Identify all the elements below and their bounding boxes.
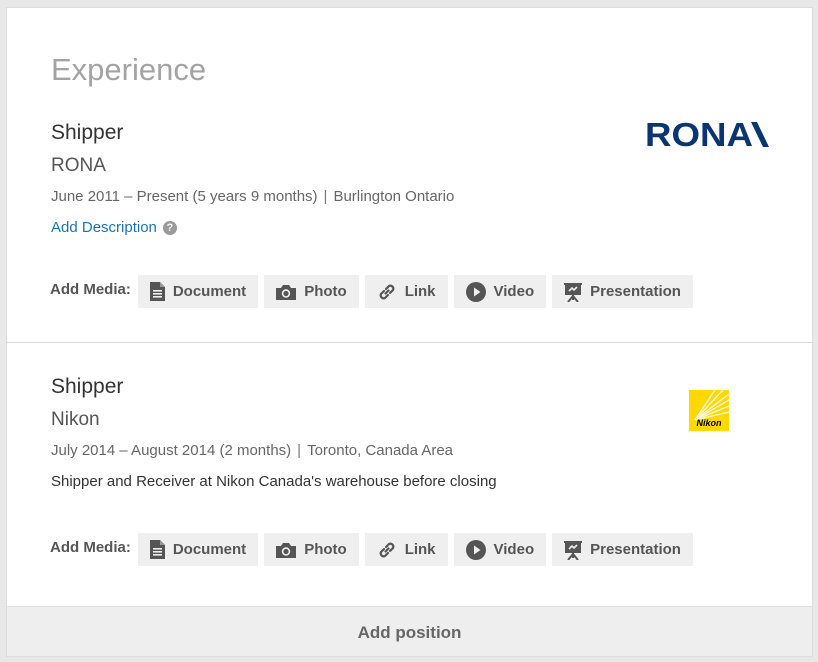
position-title[interactable]: Shipper: [51, 375, 123, 399]
nikon-logo-text: Nikon: [696, 418, 722, 428]
link-icon: [379, 542, 395, 557]
document-button[interactable]: Document: [137, 533, 259, 566]
presentation-button[interactable]: Presentation: [552, 533, 693, 566]
document-label[interactable]: Document: [173, 541, 246, 558]
nikon-logo[interactable]: Nikon: [689, 390, 729, 431]
link-label[interactable]: Link: [405, 541, 436, 558]
add-media-label: Add Media:: [50, 539, 131, 556]
play-icon: [465, 539, 486, 560]
camera-icon: [276, 542, 297, 558]
add-position-button[interactable]: Add position: [7, 606, 812, 656]
photo-button[interactable]: Photo: [264, 533, 359, 566]
position-location: Toronto, Canada Area: [307, 442, 453, 459]
photo-label[interactable]: Photo: [304, 541, 347, 558]
document-icon: [149, 540, 165, 559]
add-media-row: Add Media: Document Photo Link Video Pre…: [50, 533, 699, 566]
link-button[interactable]: Link: [364, 533, 448, 566]
position-nikon: Shipper Nikon July 2014 – August 2014 (2…: [7, 8, 812, 606]
presentation-label[interactable]: Presentation: [590, 541, 681, 558]
position-dates: July 2014 – August 2014 (2 months): [51, 442, 292, 459]
experience-card: Experience Shipper RONA June 2011 – Pres…: [6, 7, 813, 657]
position-company[interactable]: Nikon: [51, 409, 100, 431]
video-button[interactable]: Video: [453, 533, 547, 566]
presentation-icon: [564, 540, 583, 560]
position-meta: July 2014 – August 2014 (2 months) | Toron…: [51, 442, 453, 459]
meta-separator: |: [297, 442, 302, 459]
position-description[interactable]: Shipper and Receiver at Nikon Canada's w…: [51, 473, 497, 490]
video-label[interactable]: Video: [494, 541, 535, 558]
